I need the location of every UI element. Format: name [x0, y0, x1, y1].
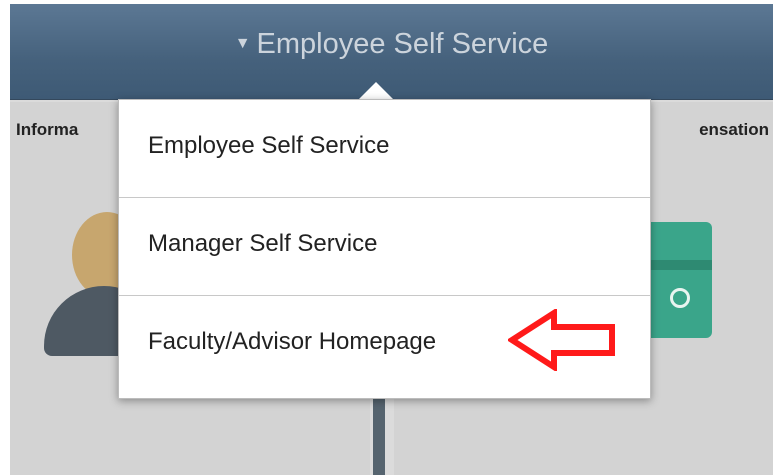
homepage-title: Employee Self Service [256, 28, 549, 60]
menu-item-manager-self-service[interactable]: Manager Self Service [119, 198, 650, 296]
caret-down-icon: ▼ [234, 35, 251, 52]
red-arrow-icon [508, 309, 615, 371]
menu-item-label: Employee Self Service [148, 132, 390, 159]
tile-title: ensation [699, 120, 769, 139]
menu-item-label: Manager Self Service [148, 230, 378, 257]
tile-title: Informa [16, 120, 79, 139]
menu-item-employee-self-service[interactable]: Employee Self Service [119, 100, 650, 198]
menu-item-label: Faculty/Advisor Homepage [148, 328, 437, 355]
homepage-selector[interactable]: ▼ Employee Self Service [10, 26, 773, 67]
fluid-homepage: ▼ Employee Self Service Informa ensation … [10, 4, 773, 475]
money-dot-shape [670, 288, 690, 308]
menu-pointer [358, 82, 394, 100]
